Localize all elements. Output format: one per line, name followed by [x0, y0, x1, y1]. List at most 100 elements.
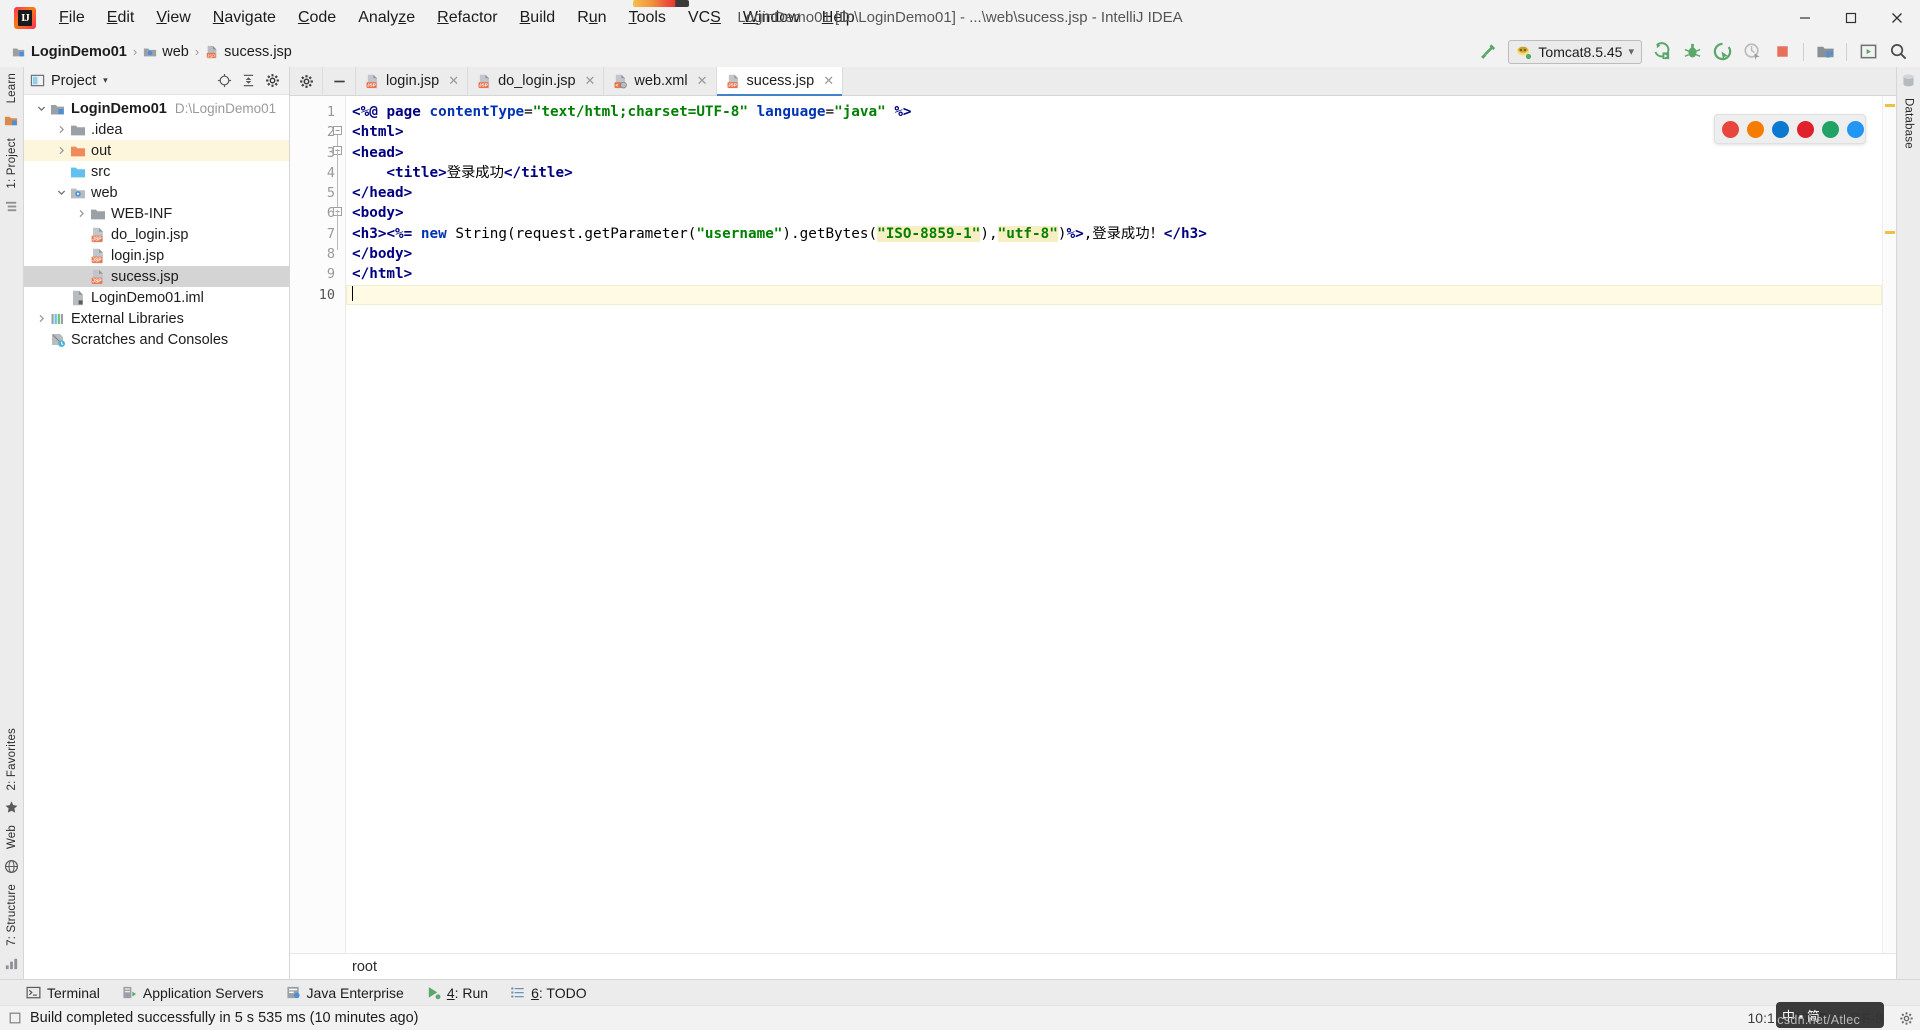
rail-structure[interactable]: 7: Structure: [6, 878, 18, 952]
tool-window-java-enterprise[interactable]: Java Enterprise: [286, 985, 404, 1001]
tool-window-4-run[interactable]: 4: Run: [426, 985, 488, 1001]
chevron-down-icon[interactable]: [52, 188, 70, 197]
rail-database[interactable]: Database: [1903, 92, 1915, 155]
maximize-button[interactable]: [1828, 0, 1874, 36]
code-line-10[interactable]: [346, 284, 1882, 305]
code-line-1[interactable]: <%@ page contentType="text/html;charset=…: [346, 102, 1882, 122]
project-structure-icon[interactable]: [1811, 39, 1839, 65]
menu-item-file[interactable]: File: [48, 6, 96, 30]
update-app-icon[interactable]: [1854, 39, 1882, 65]
tree-node-src[interactable]: src: [24, 161, 289, 182]
menu-item-navigate[interactable]: Navigate: [202, 6, 287, 30]
tree-node-scratches-and-consoles[interactable]: Scratches and Consoles: [24, 329, 289, 350]
menu-item-edit[interactable]: Edit: [96, 6, 146, 30]
minimize-button[interactable]: [1782, 0, 1828, 36]
tool-window-6-todo[interactable]: 6: TODO: [510, 985, 587, 1001]
stripe-marker[interactable]: [1885, 231, 1895, 234]
edge-icon[interactable]: [1822, 120, 1839, 138]
editor-tab-do_login-jsp[interactable]: JSP do_login.jsp ✕: [468, 67, 605, 95]
editor-tab-sucess-jsp[interactable]: JSP sucess.jsp ✕: [716, 67, 844, 96]
settings-gear-icon[interactable]: [262, 70, 283, 91]
editor-settings-gear-icon[interactable]: [290, 67, 323, 95]
debug-icon[interactable]: [1678, 39, 1706, 65]
rail-learn[interactable]: Learn: [6, 67, 18, 109]
tree-node-logindemo01[interactable]: LoginDemo01 D:\LoginDemo01: [24, 98, 289, 119]
project-tree[interactable]: LoginDemo01 D:\LoginDemo01 .idea out src web W…: [24, 95, 289, 979]
code-line-8[interactable]: </body>: [346, 244, 1882, 264]
svg-text:JSP: JSP: [92, 257, 102, 263]
chevron-down-icon[interactable]: [32, 104, 50, 113]
tree-node-idea[interactable]: .idea: [24, 119, 289, 140]
close-tab-icon[interactable]: ✕: [448, 73, 459, 89]
scroll-from-source-icon[interactable]: [214, 70, 235, 91]
rail-web[interactable]: Web: [6, 819, 18, 855]
run-configuration-selector[interactable]: Tomcat8.5.45 ▾: [1508, 39, 1642, 64]
fold-marker[interactable]: −: [333, 126, 342, 135]
breadcrumb-item-project[interactable]: LoginDemo01: [12, 44, 127, 60]
tree-node-web[interactable]: web: [24, 182, 289, 203]
tool-window-application-servers[interactable]: Application Servers: [122, 985, 264, 1001]
close-button[interactable]: [1874, 0, 1920, 36]
edge-legacy-icon[interactable]: [1772, 120, 1789, 138]
tree-node-logindemo01-iml[interactable]: LoginDemo01.iml: [24, 287, 289, 308]
chevron-down-icon[interactable]: ▾: [103, 75, 108, 86]
opera-icon[interactable]: [1797, 120, 1814, 138]
code-line-4[interactable]: <title>登录成功</title>: [346, 163, 1882, 183]
editor-breadcrumb-root[interactable]: root: [352, 959, 377, 975]
tree-node-do-login-jsp[interactable]: JSP do_login.jsp: [24, 224, 289, 245]
run-with-coverage-icon[interactable]: [1708, 39, 1736, 65]
chevron-right-icon[interactable]: [52, 125, 70, 134]
collapse-all-icon[interactable]: [238, 70, 259, 91]
menu-item-analyze[interactable]: Analyze: [347, 6, 426, 30]
menu-item-vcs[interactable]: VCS: [677, 6, 732, 30]
caret-position[interactable]: 10:1: [1748, 1010, 1775, 1026]
hammer-build-icon[interactable]: [1474, 39, 1502, 65]
code-editor[interactable]: <%@ page contentType="text/html;charset=…: [346, 96, 1882, 953]
breadcrumb-item-web[interactable]: web: [143, 44, 189, 60]
chevron-right-icon[interactable]: [52, 146, 70, 155]
breadcrumb-item-file[interactable]: JSP sucess.jsp: [205, 44, 292, 60]
rail-favorites[interactable]: 2: Favorites: [6, 722, 18, 796]
menu-item-run[interactable]: Run: [566, 6, 617, 30]
menu-item-window[interactable]: Window: [732, 6, 811, 30]
close-tab-icon[interactable]: ✕: [585, 73, 596, 89]
code-line-9[interactable]: </html>: [346, 264, 1882, 284]
tree-node-external-libraries[interactable]: External Libraries: [24, 308, 289, 329]
edge-chromium-icon[interactable]: [1847, 120, 1864, 138]
menu-item-refactor[interactable]: Refactor: [426, 6, 508, 30]
chevron-right-icon[interactable]: [32, 314, 50, 323]
run-icon[interactable]: [1648, 39, 1676, 65]
profile-icon[interactable]: [1738, 39, 1766, 65]
firefox-icon[interactable]: [1747, 120, 1764, 138]
tree-node-sucess-jsp[interactable]: JSP sucess.jsp: [24, 266, 289, 287]
tool-window-terminal[interactable]: Terminal: [26, 985, 100, 1001]
stripe-marker[interactable]: [1885, 104, 1895, 107]
tree-node-login-jsp[interactable]: JSP login.jsp: [24, 245, 289, 266]
menu-item-tools[interactable]: Tools: [618, 6, 677, 30]
editor-gutter[interactable]: 12345678910 − − −: [290, 96, 346, 953]
close-tab-icon[interactable]: ✕: [823, 73, 834, 89]
menu-item-view[interactable]: View: [145, 6, 201, 30]
tree-node-out[interactable]: out: [24, 140, 289, 161]
browser-preview-popup[interactable]: [1714, 114, 1866, 144]
menu-item-code[interactable]: Code: [287, 6, 347, 30]
code-line-5[interactable]: </head>: [346, 183, 1882, 203]
settings-gear-icon[interactable]: [1899, 1011, 1914, 1026]
editor-tab-web-xml[interactable]: < web.xml ✕: [604, 67, 717, 95]
code-line-2[interactable]: <html>: [346, 122, 1882, 142]
code-line-6[interactable]: <body>: [346, 203, 1882, 223]
menu-item-build[interactable]: Build: [509, 6, 567, 30]
error-stripe-marker-bar[interactable]: [1882, 96, 1896, 953]
stop-icon[interactable]: [1768, 39, 1796, 65]
hide-editor-button[interactable]: [323, 67, 356, 95]
code-line-3[interactable]: <head>: [346, 143, 1882, 163]
search-everywhere-icon[interactable]: [1884, 39, 1912, 65]
rail-project[interactable]: 1: Project: [6, 132, 18, 195]
chrome-icon[interactable]: [1722, 120, 1739, 138]
code-line-7[interactable]: <h3><%= new String(request.getParameter(…: [346, 224, 1882, 244]
editor-tab-login-jsp[interactable]: JSP login.jsp ✕: [356, 67, 469, 95]
close-tab-icon[interactable]: ✕: [697, 73, 708, 89]
menu-item-help[interactable]: Help: [811, 6, 866, 30]
tree-node-web-inf[interactable]: WEB-INF: [24, 203, 289, 224]
chevron-right-icon[interactable]: [72, 209, 90, 218]
